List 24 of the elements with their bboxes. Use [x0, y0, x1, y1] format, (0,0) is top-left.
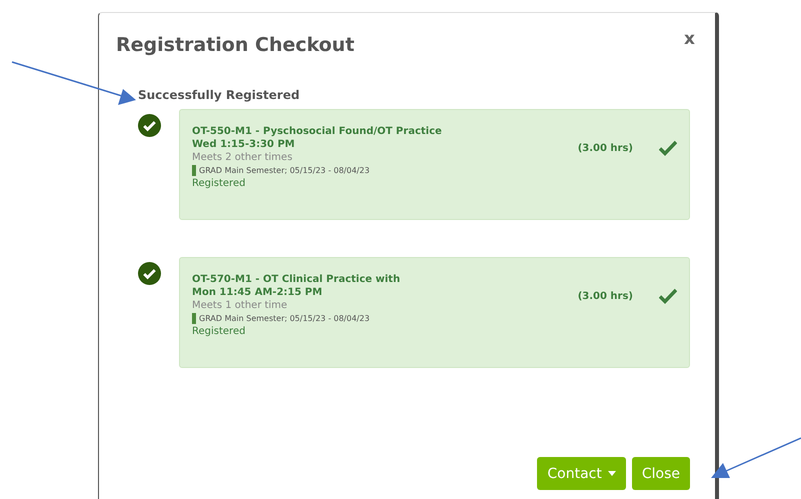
term-text: GRAD Main Semester; 05/15/23 - 08/04/23	[199, 166, 370, 175]
checkmark-icon	[659, 140, 677, 156]
credit-hours: (3.00 hrs)	[578, 142, 633, 154]
status-text: Registered	[192, 178, 246, 189]
check-circle-icon	[138, 114, 161, 137]
course-title: OT-570-M1 - OT Clinical Practice with	[192, 274, 402, 285]
schedule-text: Wed 1:15-3:30 PM	[192, 139, 296, 150]
term-text: GRAD Main Semester; 05/15/23 - 08/04/23	[199, 314, 370, 323]
check-circle-icon	[138, 262, 161, 285]
credit-hours: (3.00 hrs)	[578, 290, 633, 302]
contact-button[interactable]: Contact	[537, 457, 626, 490]
dialog-title: Registration Checkout	[116, 34, 354, 56]
term-bar-icon	[192, 165, 196, 176]
course-title: OT-550-M1 - Pyschosocial Found/OT Practice	[192, 126, 443, 137]
caret-icon	[608, 471, 616, 476]
status-text: Registered	[192, 326, 246, 337]
section-heading: Successfully Registered	[138, 88, 301, 102]
checkmark-icon	[659, 288, 677, 304]
meetings-text: Meets 1 other time	[192, 300, 288, 311]
dismiss-x-button[interactable]: x	[680, 29, 699, 49]
term-bar-icon	[192, 313, 196, 324]
close-dialog-button[interactable]: Close	[632, 457, 690, 490]
meetings-text: Meets 2 other times	[192, 152, 294, 163]
schedule-text: Mon 11:45 AM-2:15 PM	[192, 287, 324, 298]
